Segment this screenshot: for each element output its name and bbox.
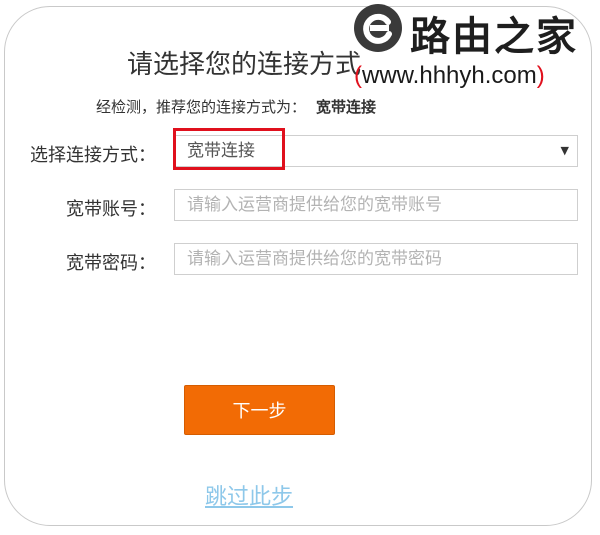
router-e-logo-icon [354,4,402,52]
skip-step-link[interactable]: 跳过此步 [205,479,293,511]
watermark-brand: 路由之家 [410,14,578,60]
connection-type-value: 宽带连接 [187,141,255,161]
connection-type-select[interactable]: 宽带连接 ▼ [174,135,578,167]
account-label: 宽带账号： [66,199,156,220]
recommendation-text: 经检测，推荐您的连接方式为： 宽带连接 [96,96,376,117]
password-label: 宽带密码： [66,253,156,274]
password-input[interactable] [174,243,578,275]
account-input[interactable] [174,189,578,221]
watermark-url: (www.hhhyh.com) [354,62,545,89]
next-button[interactable]: 下一步 [184,385,335,435]
recommended-connection: 宽带连接 [316,98,377,116]
chevron-down-icon: ▼ [560,144,569,157]
connection-type-label: 选择连接方式： [30,145,156,166]
recommendation-prefix: 经检测，推荐您的连接方式为： [96,98,307,116]
